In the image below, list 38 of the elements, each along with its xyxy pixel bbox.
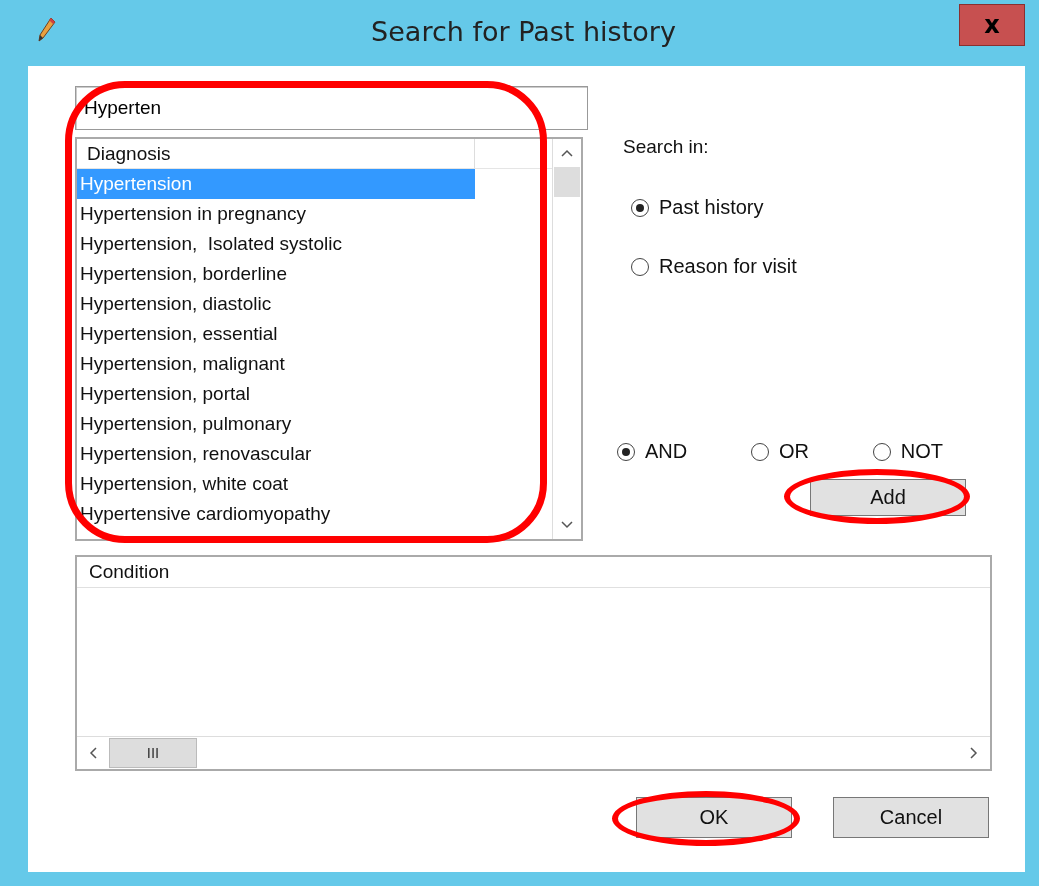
list-item[interactable]: Hypertensive cardiomyopathy xyxy=(77,499,475,529)
scroll-down-icon[interactable] xyxy=(561,521,573,529)
radio-button[interactable] xyxy=(872,442,891,461)
column-header[interactable]: Condition xyxy=(77,557,182,587)
scroll-up-icon[interactable] xyxy=(561,149,573,157)
radio-button[interactable] xyxy=(631,198,649,217)
radio-option[interactable]: Past history xyxy=(631,196,764,219)
scrollbar[interactable]: III xyxy=(77,736,990,769)
close-button[interactable]: x xyxy=(959,4,1025,46)
list-item[interactable]: Hypertension, essential xyxy=(77,319,475,349)
radio-option[interactable]: NOT xyxy=(872,440,943,463)
dialog-button[interactable]: Cancel xyxy=(833,797,989,838)
window-title: Search for Past history xyxy=(370,15,677,47)
pencil-icon xyxy=(36,16,58,44)
list-item[interactable]: Hypertension, white coat xyxy=(77,469,475,499)
list-item[interactable]: Hypertension, renovascular xyxy=(77,439,475,469)
radio-option[interactable]: OR xyxy=(751,440,809,463)
list-item[interactable]: Hypertension, portal xyxy=(77,379,475,409)
search-field[interactable]: Hyperten xyxy=(75,86,588,130)
add-button[interactable]: Add xyxy=(810,479,966,516)
scroll-thumb[interactable] xyxy=(554,167,580,197)
radio-option[interactable]: AND xyxy=(617,440,688,463)
list-item[interactable]: Hypertension, Isolated systolic xyxy=(77,229,475,259)
list-item[interactable]: Hypertension, diastolic xyxy=(77,289,475,319)
list-item[interactable]: Hypertension, malignant xyxy=(77,349,475,379)
list-item[interactable]: Hypertension, pulmonary xyxy=(77,409,475,439)
list-item[interactable]: Hypertension in pregnancy xyxy=(77,199,475,229)
scrollbar[interactable] xyxy=(552,139,581,539)
radio-button[interactable] xyxy=(631,257,649,276)
scroll-right-icon[interactable] xyxy=(970,747,978,759)
dialog-button[interactable]: OK xyxy=(636,797,792,838)
list-item[interactable]: Hypertension, borderline xyxy=(77,259,475,289)
radio-button[interactable] xyxy=(617,442,635,461)
radio-button[interactable] xyxy=(751,442,769,461)
search-in-label: Search in: xyxy=(623,136,709,158)
radio-option[interactable]: Reason for visit xyxy=(631,255,797,278)
scroll-thumb[interactable]: III xyxy=(109,738,197,768)
scroll-left-icon[interactable] xyxy=(89,747,97,759)
